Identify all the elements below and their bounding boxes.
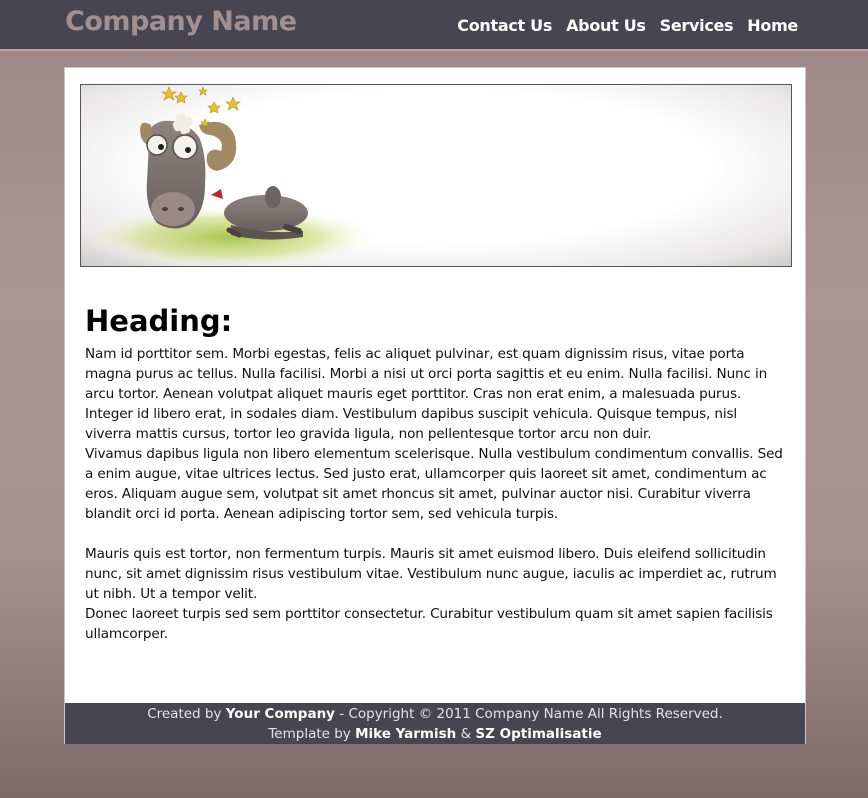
- cartoon-ram-with-stars-icon: [81, 86, 381, 266]
- brand-logo-text[interactable]: Company Name: [65, 6, 297, 37]
- footer-template-by-text: Template by: [268, 726, 356, 742]
- nav-services[interactable]: Services: [660, 16, 734, 35]
- content-container: Heading: Nam id porttitor sem. Morbi ege…: [64, 67, 806, 744]
- nav-contact-us[interactable]: Contact Us: [457, 16, 552, 35]
- footer-credits-line: Created by Your Company - Copyright © 20…: [65, 704, 805, 724]
- nav-home[interactable]: Home: [747, 16, 798, 35]
- footer-author-link[interactable]: Mike Yarmish: [355, 726, 456, 742]
- paragraph: Vivamus dapibus ligula non libero elemen…: [85, 446, 783, 522]
- footer-copyright-text: - Copyright © 2011 Company Name All Righ…: [334, 706, 723, 722]
- nav-about-us[interactable]: About Us: [566, 16, 646, 35]
- page-heading: Heading:: [85, 304, 233, 338]
- paragraph: Donec laoreet turpis sed sem porttitor c…: [85, 606, 773, 642]
- footer-partner-link[interactable]: SZ Optimalisatie: [475, 726, 601, 742]
- footer-company-link[interactable]: Your Company: [226, 706, 335, 722]
- paragraph: Nam id porttitor sem. Morbi egestas, fel…: [85, 346, 768, 442]
- top-bar: Company Name Contact Us About Us Service…: [0, 0, 868, 51]
- article-body: Nam id porttitor sem. Morbi egestas, fel…: [85, 344, 785, 644]
- footer-template-line: Template by Mike Yarmish & SZ Optimalisa…: [65, 724, 805, 744]
- main-nav: Contact Us About Us Services Home: [457, 16, 798, 35]
- footer: Created by Your Company - Copyright © 20…: [65, 703, 805, 744]
- footer-created-by-text: Created by: [147, 706, 226, 722]
- banner: [80, 84, 792, 267]
- footer-amp-text: &: [456, 726, 476, 742]
- paragraph: Mauris quis est tortor, non fermentum tu…: [85, 546, 777, 602]
